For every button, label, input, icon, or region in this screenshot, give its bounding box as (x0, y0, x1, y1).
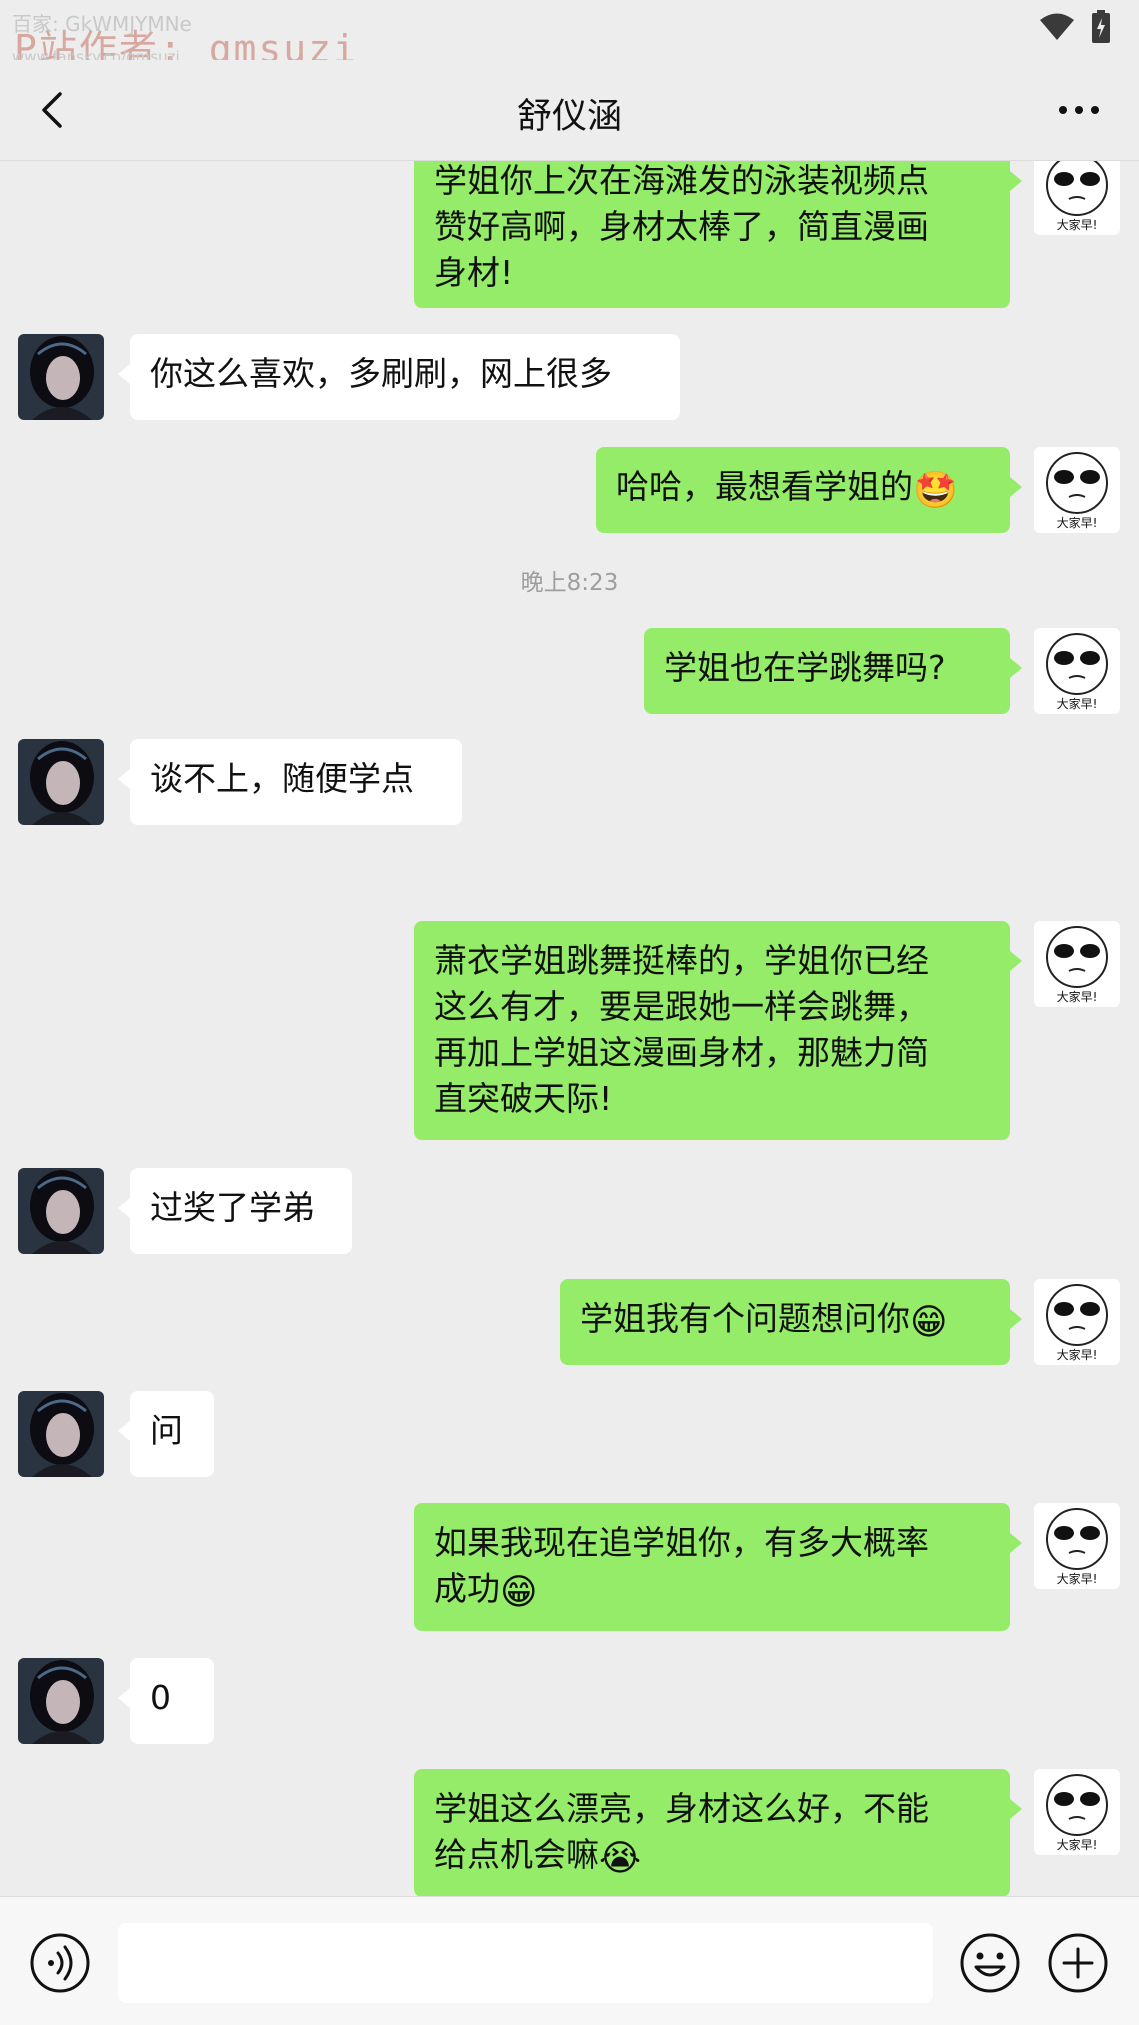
my-avatar[interactable]: 大家早! (1034, 447, 1120, 533)
contact-message-bubble[interactable]: 过奖了学弟 (118, 1168, 352, 1254)
my-avatar[interactable]: 大家早! (1034, 1769, 1120, 1855)
timestamp: 晚上8:23 (520, 570, 619, 596)
my-message-bubble[interactable]: 学姐我有个问题想问你😁 (560, 1279, 1022, 1365)
contact-message-bubble[interactable]: 谈不上，随便学点 (118, 739, 462, 825)
my-message-bubble[interactable]: 学姐也在学跳舞吗? (644, 628, 1022, 714)
contact-avatar[interactable] (18, 334, 104, 420)
message-text: 学姐你上次在海滩发的泳装视频点 赞好高啊，身材太棒了，简直漫画 身材! (434, 161, 929, 292)
my-message-bubble[interactable]: 哈哈，最想看学姐的🤩 (596, 447, 1022, 533)
my-avatar[interactable]: 大家早! (1034, 921, 1120, 1007)
contact-avatar[interactable] (18, 1168, 104, 1254)
more-options-button[interactable] (1049, 86, 1109, 134)
battery-icon (1092, 10, 1110, 43)
my-message-bubble[interactable]: 萧衣学姐跳舞挺棒的，学姐你已经 这么有才，要是跟她一样会跳舞， 再加上学姐这漫画… (414, 921, 1022, 1140)
chat-screen: 百家: GkWMJYMNe P站作者: qmsuzi www.fansky.co… (0, 0, 1139, 2025)
contact-avatar[interactable] (18, 1658, 104, 1744)
contact-message-bubble[interactable]: 0 (118, 1658, 214, 1744)
contact-message-bubble[interactable]: 你这么喜欢，多刷刷，网上很多 (118, 334, 680, 420)
message-text: 0 (150, 1678, 171, 1717)
star-struck-emoji: 🤩 (913, 470, 958, 511)
chat-contact-name: 舒仪涵 (516, 97, 622, 137)
avatar-caption: 大家早! (1057, 696, 1098, 711)
message-text: 萧衣学姐跳舞挺棒的，学姐你已经 这么有才，要是跟她一样会跳舞， 再加上学姐这漫画… (434, 941, 929, 1118)
grinning-emoji: 😁 (500, 1572, 538, 1613)
contact-avatar[interactable] (18, 1391, 104, 1477)
message-text: 过奖了学弟 (150, 1188, 315, 1227)
message-text: 问 (150, 1411, 183, 1450)
message-text: 谈不上，随便学点 (150, 759, 414, 798)
avatar-caption: 大家早! (1057, 989, 1098, 1004)
my-avatar[interactable]: 大家早! (1034, 628, 1120, 714)
status-bar: 百家: GkWMJYMNe P站作者: qmsuzi www.fansky.co… (0, 0, 1139, 71)
avatar-caption: 大家早! (1057, 1571, 1098, 1586)
plus-circle-icon[interactable] (1046, 1931, 1110, 1995)
message-text: 你这么喜欢，多刷刷，网上很多 (150, 354, 612, 393)
contact-avatar[interactable] (18, 739, 104, 825)
message-text: 学姐我有个问题想问你 (580, 1299, 910, 1338)
chat-header: 舒仪涵 (0, 60, 1139, 161)
input-bar (0, 1896, 1139, 2025)
message-list[interactable]: 学姐你上次在海滩发的泳装视频点 赞好高啊，身材太棒了，简直漫画 身材! 大家早!… (0, 161, 1139, 1896)
my-avatar[interactable]: 大家早! (1034, 1503, 1120, 1589)
contact-message-bubble[interactable]: 问 (118, 1391, 214, 1477)
avatar-caption: 大家早! (1057, 217, 1098, 232)
avatar-caption: 大家早! (1057, 1837, 1098, 1852)
grinning-emoji: 😁 (910, 1302, 948, 1343)
voice-icon[interactable] (28, 1931, 92, 1995)
message-text: 学姐这么漂亮，身材这么好，不能 给点机会嘛 (434, 1789, 929, 1874)
message-input[interactable] (118, 1923, 933, 2003)
message-text: 学姐也在学跳舞吗? (664, 648, 946, 687)
my-message-bubble[interactable]: 学姐这么漂亮，身材这么好，不能 给点机会嘛😭 (414, 1769, 1022, 1896)
my-message-bubble[interactable]: 学姐你上次在海滩发的泳装视频点 赞好高啊，身材太棒了，简直漫画 身材! (414, 161, 1022, 308)
smiley-icon[interactable] (958, 1931, 1022, 1995)
my-avatar[interactable]: 大家早! (1034, 1279, 1120, 1365)
my-message-bubble[interactable]: 如果我现在追学姐你，有多大概率 成功😁 (414, 1503, 1022, 1631)
crying-emoji: 😭 (599, 1838, 642, 1879)
wifi-icon (1040, 13, 1074, 40)
avatar-caption: 大家早! (1057, 515, 1098, 530)
my-avatar[interactable]: 大家早! (1034, 161, 1120, 235)
message-text: 哈哈，最想看学姐的 (616, 467, 913, 506)
avatar-caption: 大家早! (1057, 1347, 1098, 1362)
